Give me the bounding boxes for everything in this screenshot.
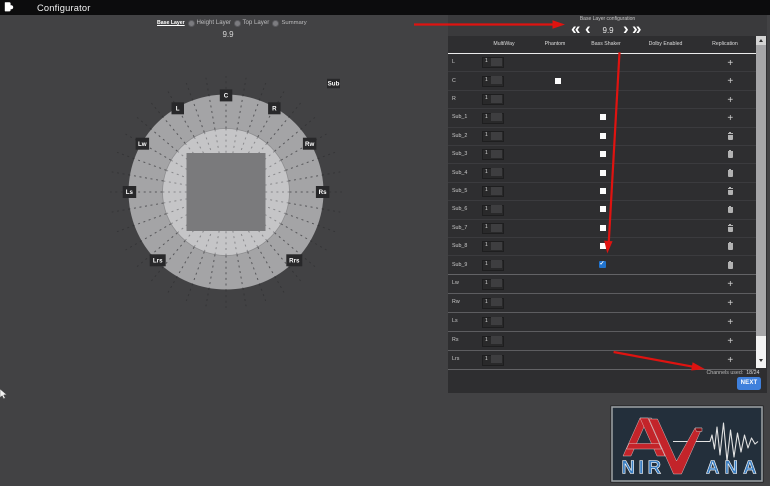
svg-text:Ls: Ls <box>126 189 134 196</box>
svg-text:Lrs: Lrs <box>153 258 163 265</box>
svg-text:Rw: Rw <box>305 141 314 148</box>
svg-text:Rs: Rs <box>319 189 327 196</box>
svg-text:Rrs: Rrs <box>289 258 300 265</box>
svg-text:L: L <box>176 106 180 113</box>
svg-text:ANA: ANA <box>706 457 762 478</box>
svg-text:C: C <box>224 93 229 100</box>
svg-text:Sub: Sub <box>328 81 340 88</box>
svg-text:R: R <box>272 106 277 113</box>
svg-text:NIR: NIR <box>622 457 665 478</box>
svg-text:Lw: Lw <box>138 141 147 148</box>
